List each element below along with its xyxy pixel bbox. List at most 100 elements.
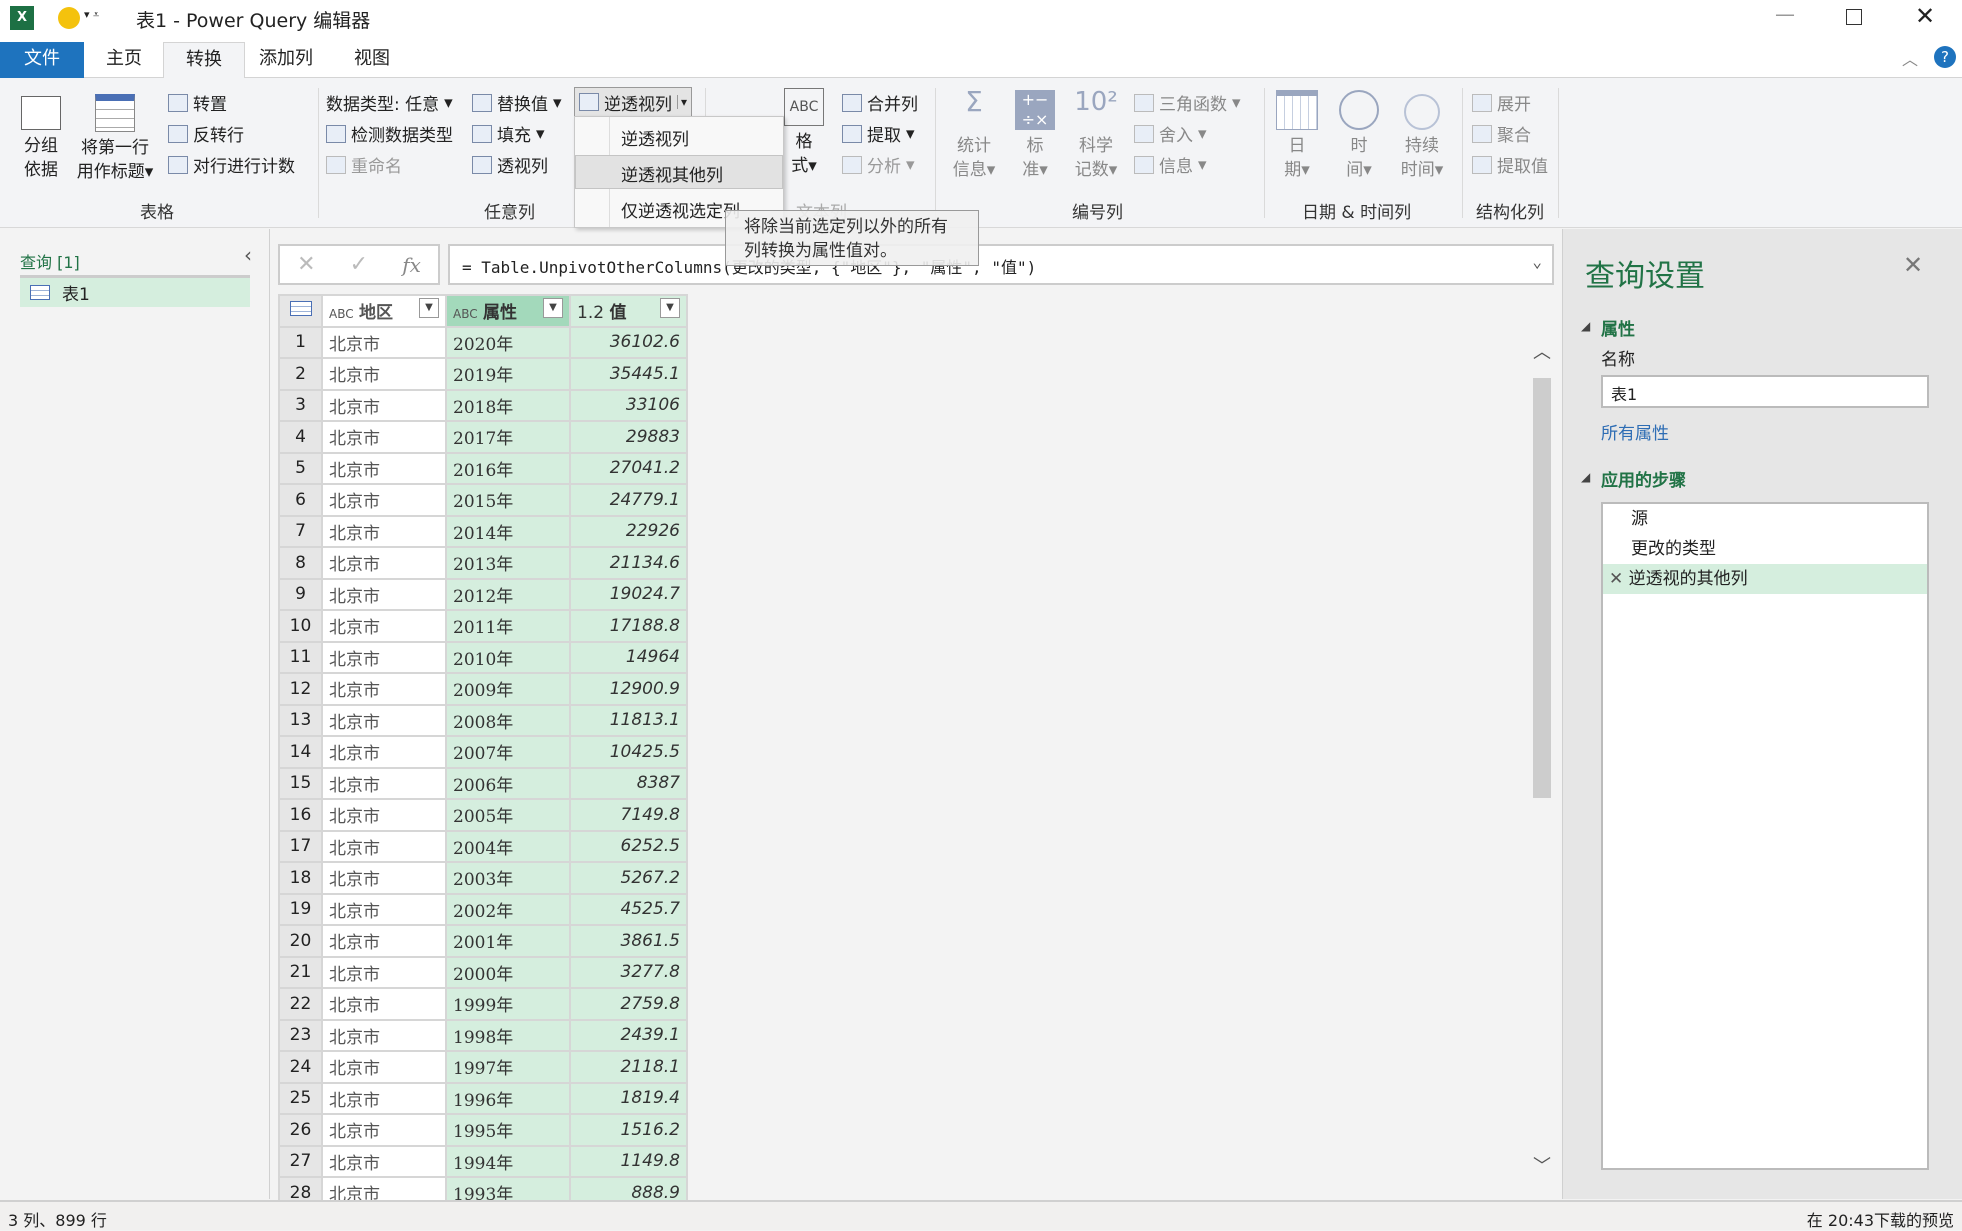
table-row[interactable]: 3 北京市 2018年 33106 [278,388,688,422]
statistics-button[interactable]: Σ 统计 信息▾ [944,88,1004,182]
cell-region[interactable]: 北京市 [321,420,447,454]
row-number[interactable]: 14 [278,735,323,769]
merge-columns-button[interactable]: 合并列 [842,90,918,115]
cell-region[interactable]: 北京市 [321,703,447,737]
menu-item-unpivot-other-columns[interactable]: 逆透视其他列 [621,161,723,186]
duration-button[interactable]: 持续 时间▾ [1394,90,1450,182]
cell-attribute[interactable]: 1997年 [445,1050,571,1084]
use-first-row-headers-button[interactable]: 将第一行 用作标题▾ [72,94,158,184]
table-row[interactable]: 24 北京市 1997年 2118.1 [278,1050,688,1084]
row-number[interactable]: 24 [278,1050,323,1084]
cell-region[interactable]: 北京市 [321,1050,447,1084]
cell-value[interactable]: 8387 [569,766,688,800]
filter-dropdown-icon[interactable]: ▼ [660,298,680,319]
cell-region[interactable]: 北京市 [321,325,447,359]
delete-step-icon[interactable]: ✕ [1609,569,1623,589]
minimize-button[interactable]: — [1775,2,1795,26]
cell-value[interactable]: 1819.4 [569,1081,688,1115]
type-text-icon[interactable]: ABC [329,307,354,321]
unpivot-columns-button[interactable]: 逆透视列 ▾ [574,87,693,117]
cell-attribute[interactable]: 2011年 [445,609,571,643]
standard-button[interactable]: +− ÷× 标准▾ [1010,90,1060,182]
cell-region[interactable]: 北京市 [321,1081,447,1115]
cell-value[interactable]: 22926 [569,514,688,548]
cell-value[interactable]: 4525.7 [569,892,688,926]
cell-value[interactable]: 35445.1 [569,357,688,391]
table-row[interactable]: 13 北京市 2008年 11813.1 [278,703,688,737]
collapse-triangle-icon[interactable]: ◢ [1581,319,1590,333]
cell-region[interactable]: 北京市 [321,735,447,769]
data-type-dropdown[interactable]: 数据类型: 任意 ▾ [326,90,453,116]
cell-attribute[interactable]: 2002年 [445,892,571,926]
time-button[interactable]: 时间▾ [1334,90,1384,182]
transpose-button[interactable]: 转置 [168,90,227,115]
cell-region[interactable]: 北京市 [321,672,447,706]
row-number[interactable]: 27 [278,1144,323,1178]
tab-home[interactable]: 主页 [84,42,164,78]
row-number[interactable]: 9 [278,577,323,611]
parse-button[interactable]: 分析 ▾ [842,152,915,177]
table-row[interactable]: 2 北京市 2019年 35445.1 [278,357,688,391]
pivot-column-button[interactable]: 透视列 [472,152,548,177]
cell-region[interactable]: 北京市 [321,609,447,643]
cell-region[interactable]: 北京市 [321,388,447,422]
table-row[interactable]: 21 北京市 2000年 3277.8 [278,955,688,989]
cell-value[interactable]: 1149.8 [569,1144,688,1178]
table-row[interactable]: 16 北京市 2005年 7149.8 [278,798,688,832]
table-row[interactable]: 12 北京市 2009年 12900.9 [278,672,688,706]
cell-region[interactable]: 北京市 [321,1144,447,1178]
scroll-down-icon[interactable]: ﹀ [1533,1152,1551,1178]
cell-region[interactable]: 北京市 [321,1113,447,1147]
fill-button[interactable]: 填充 ▾ [472,121,545,146]
cell-value[interactable]: 11813.1 [569,703,688,737]
row-number[interactable]: 20 [278,924,323,958]
row-number[interactable]: 6 [278,483,323,517]
column-header-region[interactable]: ABC 地区 ▼ [321,294,447,328]
format-button[interactable]: ABC 格式▾ [778,88,830,178]
cell-value[interactable]: 14964 [569,640,688,674]
row-number[interactable]: 7 [278,514,323,548]
row-number[interactable]: 19 [278,892,323,926]
cell-region[interactable]: 北京市 [321,577,447,611]
tab-view[interactable]: 视图 [332,42,412,78]
cell-attribute[interactable]: 1998年 [445,1018,571,1052]
cell-attribute[interactable]: 2003年 [445,861,571,895]
table-row[interactable]: 25 北京市 1996年 1819.4 [278,1081,688,1115]
cell-value[interactable]: 7149.8 [569,798,688,832]
cell-attribute[interactable]: 1996年 [445,1081,571,1115]
row-number[interactable]: 22 [278,987,323,1021]
vertical-scrollbar[interactable]: ︿ ﹀ [1531,338,1553,1178]
cell-value[interactable]: 5267.2 [569,861,688,895]
table-row[interactable]: 19 北京市 2002年 4525.7 [278,892,688,926]
number-info-button[interactable]: 信息 ▾ [1134,152,1207,177]
tab-file[interactable]: 文件 [0,42,84,78]
scientific-button[interactable]: 10² 科学 记数▾ [1066,89,1126,182]
aggregate-button[interactable]: 聚合 [1472,121,1531,146]
cell-attribute[interactable]: 2017年 [445,420,571,454]
tab-add-column[interactable]: 添加列 [237,42,335,78]
cancel-formula-icon[interactable]: ✕ [297,252,315,277]
table-row[interactable]: 23 北京市 1998年 2439.1 [278,1018,688,1052]
cell-value[interactable]: 2439.1 [569,1018,688,1052]
row-number[interactable]: 4 [278,420,323,454]
close-settings-icon[interactable]: ✕ [1903,251,1923,279]
cell-region[interactable]: 北京市 [321,924,447,958]
fx-icon[interactable]: fx [402,253,421,277]
cell-value[interactable]: 3861.5 [569,924,688,958]
quick-access-dropdown-icon[interactable]: ▾ ⩡ [84,8,99,22]
cell-value[interactable]: 2118.1 [569,1050,688,1084]
table-row[interactable]: 27 北京市 1994年 1149.8 [278,1144,688,1178]
cell-value[interactable]: 17188.8 [569,609,688,643]
rename-button[interactable]: 重命名 [326,152,402,177]
trigonometry-button[interactable]: 三角函数 ▾ [1134,90,1241,115]
rounding-button[interactable]: 舍入 ▾ [1134,121,1207,146]
cell-region[interactable]: 北京市 [321,1018,447,1052]
row-number[interactable]: 25 [278,1081,323,1115]
cell-region[interactable]: 北京市 [321,357,447,391]
detect-data-type-button[interactable]: 检测数据类型 [326,121,453,146]
cell-value[interactable]: 27041.2 [569,451,688,485]
step-item[interactable]: 更改的类型 [1603,534,1927,564]
cell-attribute[interactable]: 2012年 [445,577,571,611]
table-row[interactable]: 4 北京市 2017年 29883 [278,420,688,454]
row-number[interactable]: 16 [278,798,323,832]
